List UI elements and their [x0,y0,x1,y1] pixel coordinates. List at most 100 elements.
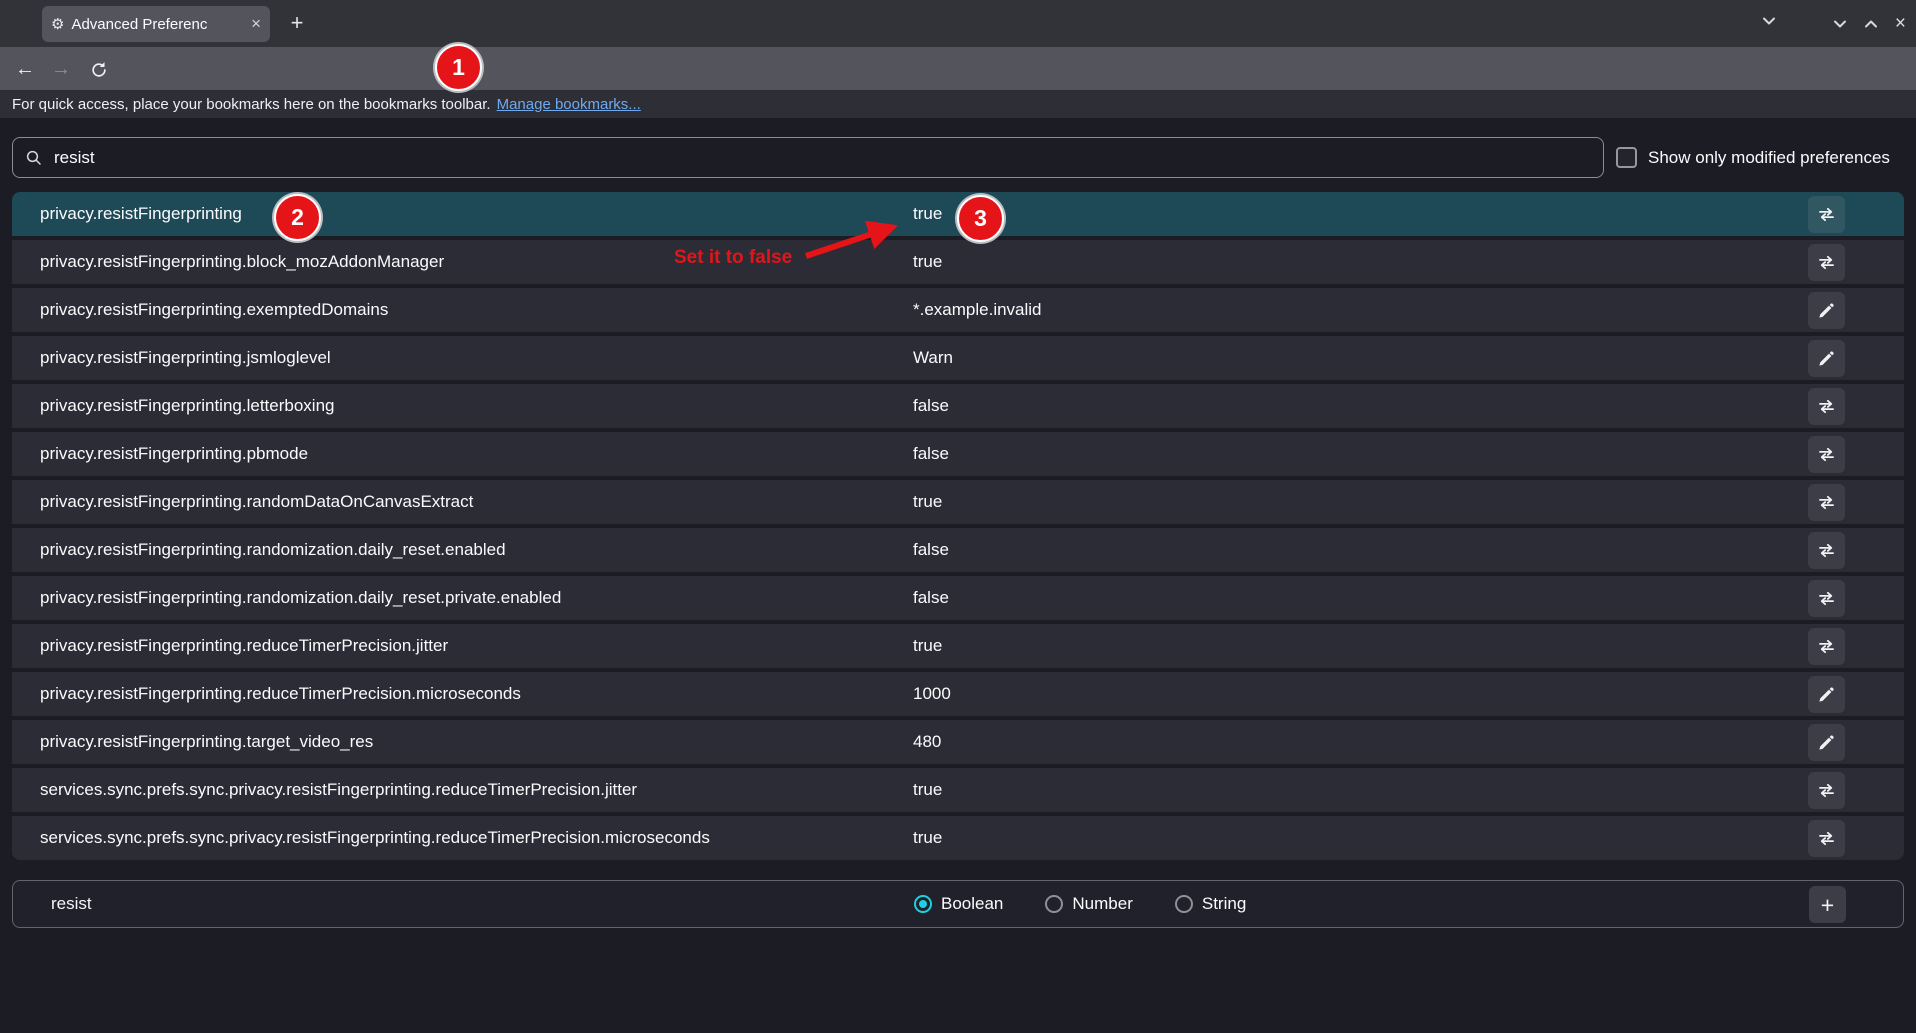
pref-row[interactable]: privacy.resistFingerprinting.randomDataO… [12,480,1904,524]
search-icon [25,149,43,167]
radio-label: String [1202,894,1246,914]
pref-row[interactable]: privacy.resistFingerprinting.reduceTimer… [12,624,1904,668]
pref-row[interactable]: privacy.resistFingerprinting.jsmloglevel… [12,336,1904,380]
pencil-icon [1817,733,1836,752]
window-controls: × [1833,16,1906,31]
pref-row[interactable]: privacy.resistFingerprinting.reduceTimer… [12,672,1904,716]
annotation-arrow [792,208,927,268]
pref-name: services.sync.prefs.sync.privacy.resistF… [40,780,637,800]
toggle-button[interactable] [1808,580,1845,617]
radio-icon [1045,895,1063,913]
pref-name: privacy.resistFingerprinting.jsmloglevel [40,348,331,368]
toggle-arrows-icon [1816,396,1837,417]
back-button[interactable]: ← [10,54,40,84]
pref-name: privacy.resistFingerprinting.target_vide… [40,732,373,752]
toggle-button[interactable] [1808,196,1845,233]
pref-name: privacy.resistFingerprinting.pbmode [40,444,308,464]
pref-row[interactable]: privacy.resistFingerprinting.exemptedDom… [12,288,1904,332]
about-config-page: resist Show only modified preferences pr… [0,118,1916,1033]
radio-number[interactable]: Number [1045,894,1132,914]
window-close-icon[interactable]: × [1895,16,1906,31]
forward-button[interactable]: → [46,54,76,84]
annotation-note: Set it to false [674,247,792,269]
toggle-button[interactable] [1808,532,1845,569]
toggle-button[interactable] [1808,628,1845,665]
pref-row[interactable]: services.sync.prefs.sync.privacy.resistF… [12,816,1904,860]
pref-row[interactable]: privacy.resistFingerprinting.randomizati… [12,528,1904,572]
annotation-step-2: 2 [274,194,321,241]
pref-name: services.sync.prefs.sync.privacy.resistF… [40,828,710,848]
pref-value: false [913,396,949,416]
pref-value: true [913,636,942,656]
edit-button[interactable] [1808,340,1845,377]
bookmarks-toolbar: For quick access, place your bookmarks h… [0,90,1916,118]
tab-advanced-preferences[interactable]: ⚙ Advanced Preferenc × [42,6,270,42]
pref-value: *.example.invalid [913,300,1042,320]
pref-name: privacy.resistFingerprinting.reduceTimer… [40,684,521,704]
list-all-tabs-chevron-icon[interactable] [1762,16,1776,26]
search-input[interactable]: resist [12,137,1604,178]
pref-value: Warn [913,348,953,368]
radio-label: Boolean [941,894,1003,914]
pencil-icon [1817,301,1836,320]
pref-row[interactable]: privacy.resistFingerprinting.letterboxin… [12,384,1904,428]
pref-value: false [913,444,949,464]
window-minimize-icon[interactable] [1833,19,1847,29]
toggle-arrows-icon [1816,588,1837,609]
pref-value: false [913,540,949,560]
bookmarks-hint-text: For quick access, place your bookmarks h… [12,96,491,113]
pref-value: 480 [913,732,941,752]
radio-string[interactable]: String [1175,894,1246,914]
pref-row[interactable]: privacy.resistFingerprinting.block_mozAd… [12,240,1904,284]
pref-value: false [913,588,949,608]
toggle-button[interactable] [1808,436,1845,473]
pref-value: true [913,828,942,848]
annotation-step-1: 1 [435,44,482,91]
toggle-button[interactable] [1808,244,1845,281]
tab-bar: ⚙ Advanced Preferenc × + × [0,0,1916,47]
pref-name: privacy.resistFingerprinting.exemptedDom… [40,300,388,320]
pencil-icon [1817,349,1836,368]
toggle-button[interactable] [1808,484,1845,521]
new-pref-name: resist [51,894,92,914]
pencil-icon [1817,685,1836,704]
pref-row[interactable]: services.sync.prefs.sync.privacy.resistF… [12,768,1904,812]
toggle-arrows-icon [1816,204,1837,225]
gear-icon: ⚙ [51,15,64,33]
pref-row[interactable]: privacy.resistFingerprinting.pbmode false [12,432,1904,476]
pref-name: privacy.resistFingerprinting.reduceTimer… [40,636,448,656]
radio-selected-icon [914,895,932,913]
window-maximize-icon[interactable] [1864,19,1878,29]
pref-row[interactable]: privacy.resistFingerprinting.randomizati… [12,576,1904,620]
toggle-arrows-icon [1816,444,1837,465]
pref-name: privacy.resistFingerprinting.block_mozAd… [40,252,444,272]
add-pref-button[interactable]: + [1809,886,1846,923]
manage-bookmarks-link[interactable]: Manage bookmarks... [497,96,641,113]
radio-icon [1175,895,1193,913]
pref-name: privacy.resistFingerprinting.randomDataO… [40,492,473,512]
radio-boolean[interactable]: Boolean [914,894,1003,914]
edit-button[interactable] [1808,292,1845,329]
new-tab-button[interactable]: + [282,8,312,38]
edit-button[interactable] [1808,676,1845,713]
search-value: resist [54,148,95,168]
pref-type-radios: Boolean Number String [914,881,1246,927]
reload-button[interactable] [84,54,114,84]
show-modified-filter[interactable]: Show only modified preferences [1616,147,1890,168]
toggle-arrows-icon [1816,252,1837,273]
radio-label: Number [1072,894,1132,914]
toggle-button[interactable] [1808,388,1845,425]
toggle-button[interactable] [1808,820,1845,857]
edit-button[interactable] [1808,724,1845,761]
pref-value: true [913,780,942,800]
toggle-arrows-icon [1816,636,1837,657]
add-pref-row: resist Boolean Number String + [12,880,1904,928]
tab-close-button[interactable]: × [251,14,261,34]
pref-row[interactable]: privacy.resistFingerprinting.target_vide… [12,720,1904,764]
checkbox-unchecked[interactable] [1616,147,1637,168]
pref-value: true [913,492,942,512]
toggle-button[interactable] [1808,772,1845,809]
pref-name: privacy.resistFingerprinting.letterboxin… [40,396,334,416]
toggle-arrows-icon [1816,780,1837,801]
pref-name: privacy.resistFingerprinting.randomizati… [40,588,561,608]
